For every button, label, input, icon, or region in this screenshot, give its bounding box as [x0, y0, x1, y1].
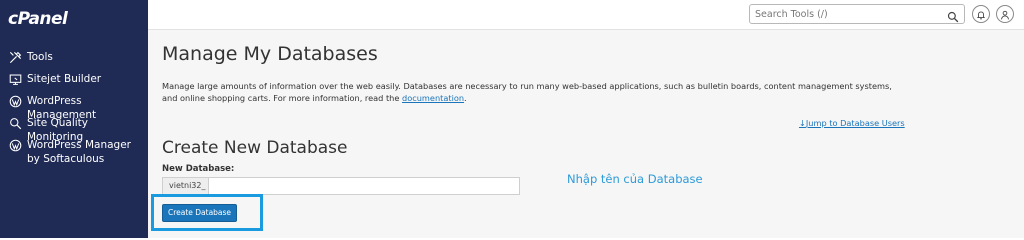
create-database-button[interactable]: Create Database: [162, 204, 237, 222]
jump-link-label: Jump to Database Users: [805, 118, 905, 128]
main-content: Manage My Databases Manage large amounts…: [148, 30, 1024, 238]
page-description: Manage large amounts of information over…: [162, 81, 902, 104]
cpanel-logo[interactable]: cPanel: [8, 9, 68, 29]
sidebar-item-sitejet-builder[interactable]: Sitejet Builder: [0, 72, 107, 86]
new-database-field: vietni32_: [162, 177, 520, 195]
sitejet-icon: [8, 72, 22, 86]
sidebar-item-wordpress-manager-softaculous[interactable]: WordPress Manager by Softaculous: [0, 138, 148, 166]
documentation-link[interactable]: documentation: [402, 93, 464, 103]
site-quality-icon: [8, 116, 22, 130]
tools-icon: [8, 50, 22, 64]
arrow-down-icon: ↓: [799, 118, 806, 128]
description-text: Manage large amounts of information over…: [162, 81, 892, 103]
wordpress-icon: [8, 138, 22, 152]
user-icon: [1000, 5, 1010, 24]
page-title: Manage My Databases: [162, 43, 378, 65]
top-bar: [148, 0, 1024, 30]
sidebar-item-label: Sitejet Builder: [27, 73, 102, 85]
sidebar: cPanel Tools Sitejet Builder WordPress M…: [0, 0, 148, 238]
bell-icon: [976, 5, 986, 24]
notifications-button[interactable]: [972, 5, 990, 23]
create-database-heading: Create New Database: [162, 138, 348, 158]
sidebar-item-label: Tools: [27, 51, 53, 63]
new-database-label: New Database:: [162, 164, 235, 174]
sidebar-item-tools[interactable]: Tools: [0, 50, 59, 64]
search-icon[interactable]: [947, 8, 959, 23]
new-database-input[interactable]: [210, 178, 519, 194]
annotation-hint: Nhập tên của Database: [567, 172, 703, 186]
sidebar-item-label: WordPress Manager by Softaculous: [27, 139, 131, 165]
search-box: [749, 4, 965, 24]
jump-to-database-users-link[interactable]: ↓Jump to Database Users: [799, 118, 905, 128]
search-input[interactable]: [750, 5, 940, 23]
description-end: .: [464, 92, 467, 103]
wordpress-icon: [8, 94, 22, 108]
database-prefix: vietni32_: [163, 178, 209, 194]
user-menu-button[interactable]: [996, 5, 1014, 23]
